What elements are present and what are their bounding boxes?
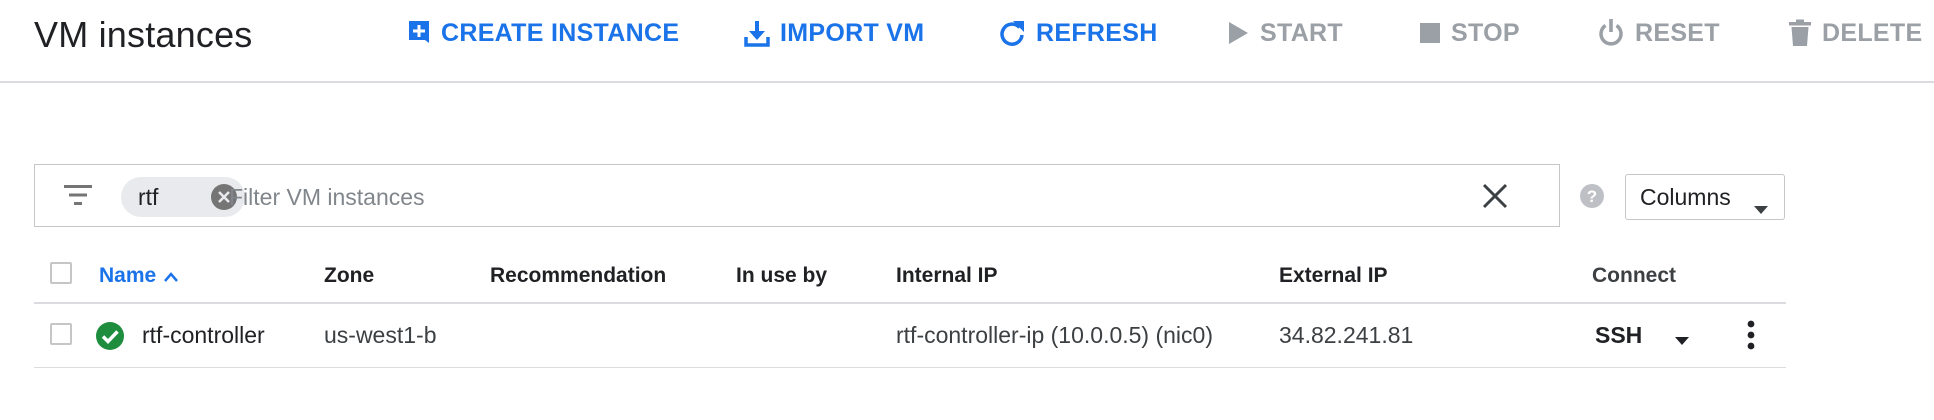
page-header: VM instances CREATE INSTANCE IMPORT VM R… — [0, 0, 1934, 83]
column-header-name[interactable]: Name — [99, 264, 179, 288]
stop-button[interactable]: STOP — [1419, 16, 1520, 50]
instance-external-ip: 34.82.241.81 — [1279, 322, 1414, 348]
start-label: START — [1260, 18, 1343, 47]
instance-name[interactable]: rtf-controller — [142, 322, 265, 349]
stop-label: STOP — [1451, 18, 1520, 47]
refresh-icon — [998, 19, 1026, 47]
columns-label: Columns — [1640, 183, 1731, 210]
reset-label: RESET — [1635, 18, 1720, 47]
status-running-icon — [95, 321, 125, 356]
row-checkbox[interactable] — [50, 323, 72, 345]
refresh-label: REFRESH — [1036, 18, 1158, 47]
column-header-internal-ip[interactable]: Internal IP — [896, 264, 998, 288]
filter-input[interactable] — [227, 177, 1131, 217]
table-header: Name Zone Recommendation In use by Inter… — [34, 254, 1786, 304]
stop-icon — [1419, 22, 1441, 44]
more-actions-icon[interactable] — [1746, 318, 1756, 357]
column-header-in-use-by[interactable]: In use by — [736, 264, 827, 288]
power-icon — [1597, 18, 1625, 48]
vm-instances-table: Name Zone Recommendation In use by Inter… — [34, 254, 1786, 368]
dropdown-caret-icon — [1754, 193, 1768, 220]
column-header-name-label: Name — [99, 264, 157, 287]
create-instance-button[interactable]: CREATE INSTANCE — [407, 16, 679, 50]
select-all-checkbox[interactable] — [50, 262, 72, 284]
ssh-dropdown-icon[interactable] — [1675, 332, 1689, 350]
add-box-icon — [407, 19, 431, 47]
filter-list-icon[interactable] — [63, 183, 93, 212]
ssh-button[interactable]: SSH — [1595, 322, 1642, 349]
delete-button[interactable]: DELETE — [1788, 16, 1922, 50]
column-header-recommendation[interactable]: Recommendation — [490, 264, 666, 288]
instance-internal-ip: rtf-controller-ip (10.0.0.5) (nic0) — [896, 322, 1213, 348]
svg-text:?: ? — [1587, 187, 1597, 206]
reset-button[interactable]: RESET — [1597, 16, 1720, 50]
create-instance-label: CREATE INSTANCE — [441, 18, 680, 47]
import-vm-label: IMPORT VM — [780, 18, 925, 47]
instance-zone: us-west1-b — [324, 322, 437, 348]
help-icon[interactable]: ? — [1579, 183, 1605, 214]
import-vm-button[interactable]: IMPORT VM — [744, 16, 924, 50]
filter-chip-label: rtf — [138, 183, 159, 210]
delete-label: DELETE — [1822, 18, 1923, 47]
play-icon — [1226, 20, 1250, 46]
clear-filter-icon[interactable] — [1481, 182, 1509, 215]
filter-bar: rtf — [34, 164, 1560, 227]
column-header-external-ip[interactable]: External IP — [1279, 264, 1388, 288]
refresh-button[interactable]: REFRESH — [998, 16, 1158, 50]
column-header-zone[interactable]: Zone — [324, 264, 374, 288]
page-title: VM instances — [34, 14, 253, 55]
column-header-connect: Connect — [1592, 264, 1676, 287]
sort-ascending-icon — [164, 264, 179, 288]
columns-button[interactable]: Columns — [1625, 174, 1785, 220]
start-button[interactable]: START — [1226, 16, 1343, 50]
table-row: rtf-controller us-west1-b rtf-controller… — [34, 304, 1786, 368]
download-icon — [744, 19, 770, 47]
trash-icon — [1788, 19, 1812, 47]
